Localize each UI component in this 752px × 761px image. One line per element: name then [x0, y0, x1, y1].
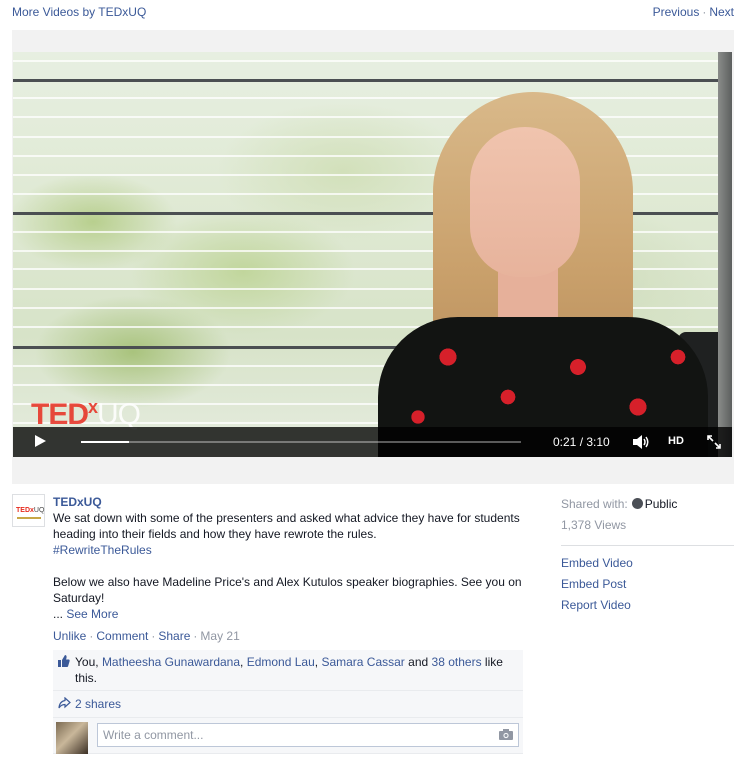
video-nav-bar: More Videos by TEDxUQ Previous · Next — [12, 5, 734, 21]
comment-link[interactable]: Comment — [96, 629, 148, 643]
speaker-figure — [378, 92, 708, 457]
liker-link[interactable]: Samara Cassar — [321, 655, 404, 669]
volume-icon[interactable] — [633, 435, 651, 449]
post-text: We sat down with some of the presenters … — [53, 510, 525, 622]
page-avatar[interactable]: TEDxUQ — [12, 494, 45, 527]
previous-link[interactable]: Previous — [653, 5, 700, 19]
video-sidebar: Shared with: Public 1,378 Views Embed Vid… — [561, 494, 734, 616]
embed-video-link[interactable]: Embed Video — [561, 553, 734, 574]
video-controls-bar: 0:21 / 3:10 HD — [13, 427, 732, 457]
action-separator: · — [151, 629, 156, 643]
view-count: 1,378 Views — [561, 518, 627, 532]
post-text-line2: Below we also have Madeline Price's and … — [53, 575, 522, 605]
blind-slat — [13, 79, 732, 82]
avatar-logo-underline — [17, 517, 41, 519]
sidebar-divider — [561, 545, 734, 546]
comment-composer — [53, 718, 523, 754]
window-frame — [718, 52, 732, 457]
unlike-link[interactable]: Unlike — [53, 629, 86, 643]
action-separator: · — [89, 629, 94, 643]
progress-fill — [81, 441, 130, 443]
camera-icon[interactable] — [499, 729, 513, 740]
post-body: TEDxUQ We sat down with some of the pres… — [53, 494, 525, 644]
shares-row: 2 shares — [53, 691, 523, 718]
time-display: 0:21 / 3:10 — [553, 435, 610, 449]
shared-with-label: Shared with: — [561, 497, 628, 511]
privacy-public[interactable]: Public — [645, 497, 678, 511]
post-author[interactable]: TEDxUQ — [53, 494, 525, 510]
hashtag-link[interactable]: #RewriteTheRules — [53, 543, 152, 557]
thumbs-up-icon — [58, 655, 70, 667]
avatar-logo-uq: UQ — [33, 507, 45, 514]
action-separator: · — [193, 629, 198, 643]
see-more-link[interactable]: See More — [66, 607, 118, 621]
report-video-link[interactable]: Report Video — [561, 595, 734, 616]
share-link[interactable]: Share — [158, 629, 190, 643]
audience-row: Shared with: Public — [561, 494, 734, 515]
globe-icon — [631, 498, 643, 509]
speaker-face — [470, 127, 580, 277]
see-more-ellipsis: ... — [53, 607, 64, 621]
post-actions: Unlike · Comment · Share · May 21 — [53, 628, 525, 644]
feedback-box: You, Matheesha Gunawardana, Edmond Lau, … — [53, 650, 523, 754]
hd-toggle[interactable]: HD — [668, 435, 684, 447]
prev-next-nav: Previous · Next — [653, 5, 734, 19]
watermark-x: x — [88, 397, 98, 417]
likes-and: and — [408, 655, 429, 669]
next-link[interactable]: Next — [709, 5, 734, 19]
post-text-line1: We sat down with some of the presenters … — [53, 511, 520, 541]
play-icon[interactable] — [35, 435, 46, 447]
more-videos-link[interactable]: More Videos by TEDxUQ — [12, 5, 146, 19]
user-avatar[interactable] — [56, 722, 88, 754]
liker-link[interactable]: Matheesha Gunawardana — [102, 655, 240, 669]
blind-slat — [13, 60, 732, 62]
liker-link[interactable]: Edmond Lau — [247, 655, 315, 669]
share-arrow-icon — [58, 697, 71, 709]
avatar-logo-ted: TEDx — [16, 507, 34, 514]
nav-separator: · — [702, 5, 707, 19]
comment-input[interactable] — [97, 723, 519, 747]
avatar-logo: TEDxUQ — [16, 507, 44, 514]
others-link[interactable]: 38 others — [432, 655, 482, 669]
likes-you: You, — [75, 655, 99, 669]
video-player[interactable]: TEDxUQ 0:21 / 3:10 HD — [13, 52, 732, 457]
embed-post-link[interactable]: Embed Post — [561, 574, 734, 595]
likes-sentence: You, Matheesha Gunawardana, Edmond Lau, … — [53, 650, 523, 691]
shares-link[interactable]: 2 shares — [75, 697, 121, 711]
fullscreen-icon[interactable] — [707, 435, 721, 449]
progress-track[interactable] — [81, 441, 521, 443]
post-date-link[interactable]: May 21 — [200, 629, 239, 643]
